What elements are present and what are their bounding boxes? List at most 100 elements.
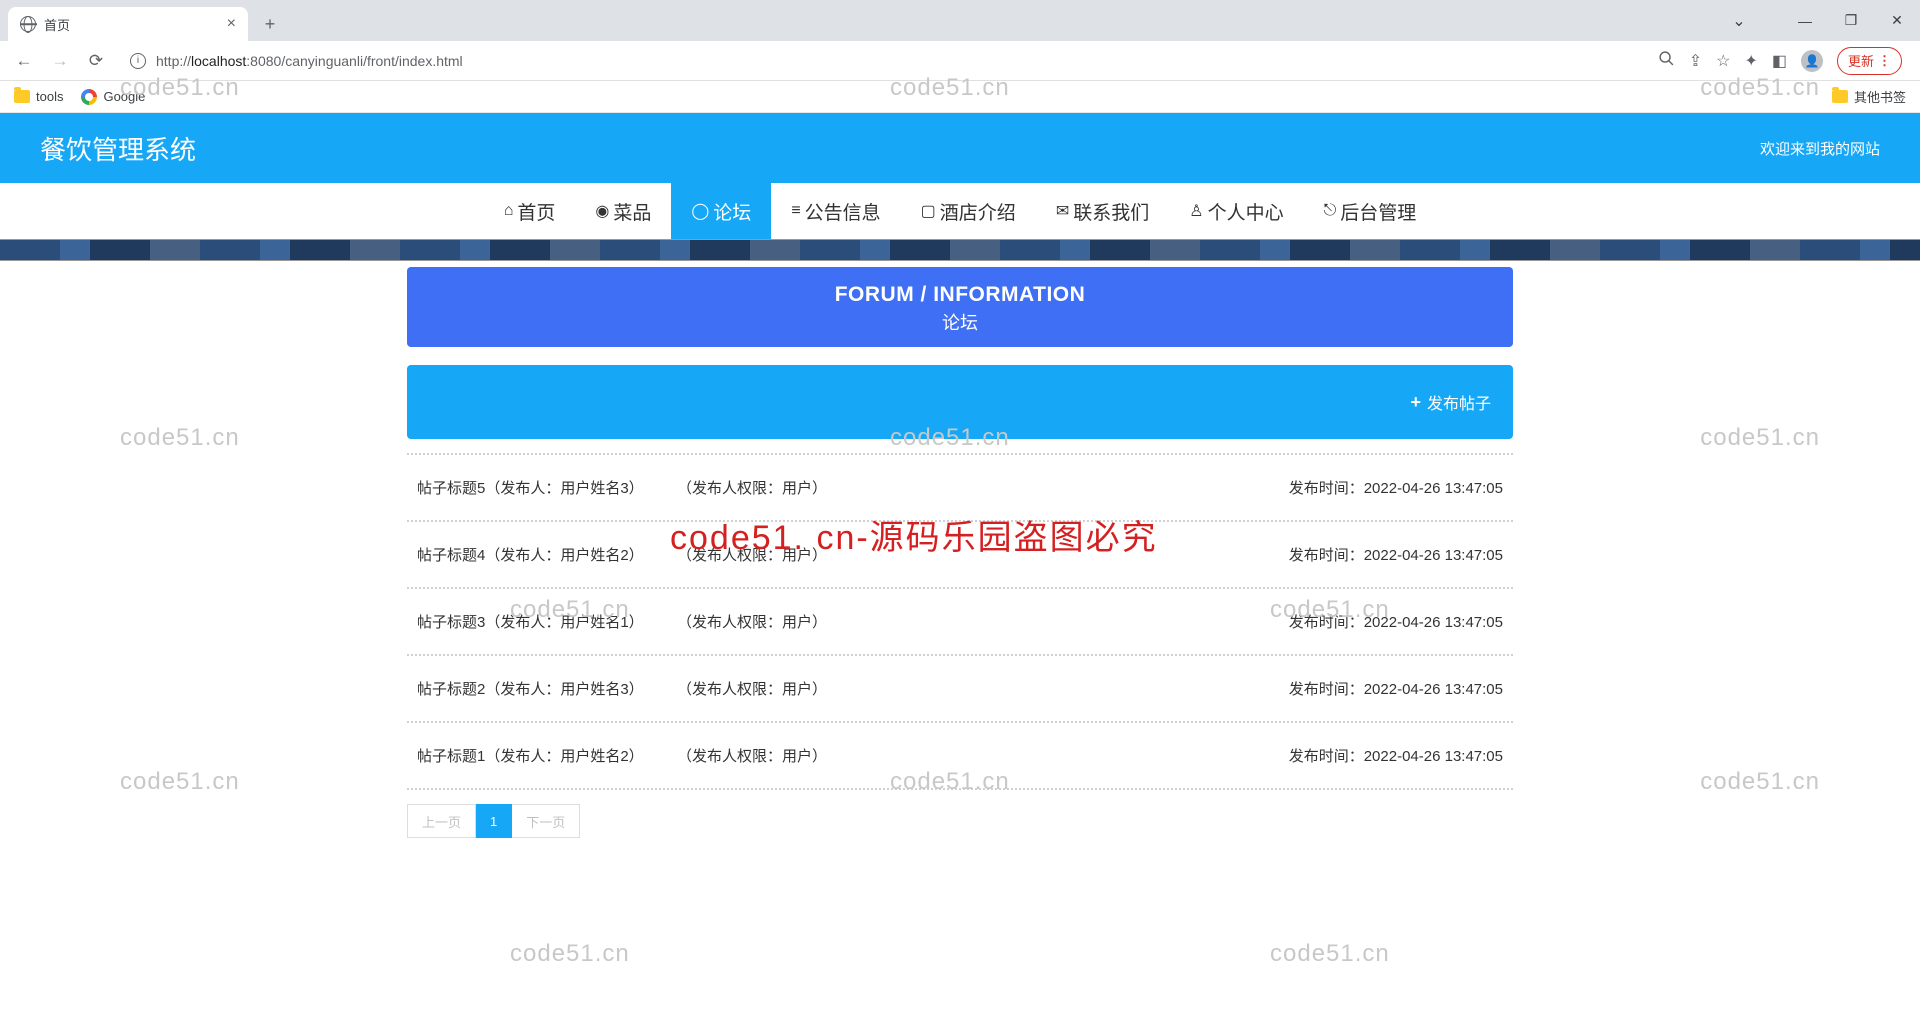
browser-tab[interactable]: 首页 × — [8, 7, 248, 41]
nav-item-菜品[interactable]: ◉菜品 — [575, 183, 671, 239]
nav-label: 首页 — [517, 198, 555, 225]
post-row[interactable]: 帖子标题5（发布人：用户姓名3）（发布人权限：用户） 发布时间：2022-04-2… — [407, 453, 1513, 520]
content: FORUM / INFORMATION 论坛 + 发布帖子 帖子标题5（发布人：… — [407, 261, 1513, 838]
watermark: code51.cn — [1270, 940, 1390, 968]
tab-dropdown-icon[interactable]: ⌄ — [1716, 5, 1762, 37]
watermark: code51.cn — [120, 424, 240, 452]
minimize-button[interactable]: — — [1782, 5, 1828, 37]
watermark: code51.cn — [510, 940, 630, 968]
nav-icon: ◯ — [691, 201, 709, 221]
post-row[interactable]: 帖子标题4（发布人：用户姓名2）（发布人权限：用户） 发布时间：2022-04-2… — [407, 520, 1513, 587]
post-permission: （发布人权限：用户） — [677, 745, 877, 766]
nav-label: 联系我们 — [1073, 198, 1149, 225]
nav-label: 个人中心 — [1208, 198, 1284, 225]
prev-page-button[interactable]: 上一页 — [407, 804, 476, 838]
url-text: http://localhost:8080/canyinguanli/front… — [156, 53, 463, 69]
post-time: 发布时间：2022-04-26 13:47:05 — [1289, 745, 1503, 766]
toolbar-right: ⇪ ☆ ✦ ◧ 👤 更新⋮ — [1650, 47, 1910, 75]
post-row[interactable]: 帖子标题1（发布人：用户姓名2）（发布人权限：用户） 发布时间：2022-04-2… — [407, 721, 1513, 790]
nav-icon: ✉ — [1056, 201, 1069, 221]
close-window-button[interactable]: ✕ — [1874, 5, 1920, 37]
nav-item-个人中心[interactable]: ♙个人中心 — [1169, 183, 1303, 239]
post-title: 帖子标题4（发布人：用户姓名2） — [417, 544, 677, 565]
page-1-button[interactable]: 1 — [476, 804, 512, 838]
extensions-icon[interactable]: ✦ — [1744, 51, 1757, 71]
plus-icon: + — [1410, 392, 1421, 413]
site-title: 餐饮管理系统 — [40, 130, 196, 167]
post-time: 发布时间：2022-04-26 13:47:05 — [1289, 678, 1503, 699]
nav-item-论坛[interactable]: ◯论坛 — [671, 183, 771, 239]
nav-label: 菜品 — [613, 198, 651, 225]
post-permission: （发布人权限：用户） — [677, 611, 877, 632]
bookmark-google[interactable]: Google — [81, 89, 145, 105]
back-button[interactable]: ← — [10, 47, 38, 75]
nav-item-酒店介绍[interactable]: ▢酒店介绍 — [901, 183, 1036, 239]
watermark: code51.cn — [1700, 768, 1820, 796]
next-page-button[interactable]: 下一页 — [512, 804, 580, 838]
post-row[interactable]: 帖子标题2（发布人：用户姓名3）（发布人权限：用户） 发布时间：2022-04-2… — [407, 654, 1513, 721]
address-bar: ← → ⟳ i http://localhost:8080/canyinguan… — [0, 41, 1920, 81]
post-time: 发布时间：2022-04-26 13:47:05 — [1289, 477, 1503, 498]
close-tab-icon[interactable]: × — [227, 15, 236, 33]
site-info-icon[interactable]: i — [130, 53, 146, 69]
forward-button[interactable]: → — [46, 47, 74, 75]
nav-item-公告信息[interactable]: ≡公告信息 — [771, 183, 900, 239]
bookmark-bar: tools Google 其他书签 — [0, 81, 1920, 113]
post-time: 发布时间：2022-04-26 13:47:05 — [1289, 544, 1503, 565]
bookmark-star-icon[interactable]: ☆ — [1716, 51, 1730, 71]
forum-header: FORUM / INFORMATION 论坛 — [407, 267, 1513, 347]
bookmark-other[interactable]: 其他书签 — [1832, 87, 1906, 106]
watermark: code51.cn — [1700, 424, 1820, 452]
folder-icon — [1832, 90, 1848, 103]
nav-label: 酒店介绍 — [940, 198, 1016, 225]
sidepanel-icon[interactable]: ◧ — [1772, 51, 1787, 71]
post-row[interactable]: 帖子标题3（发布人：用户姓名1）（发布人权限：用户） 发布时间：2022-04-2… — [407, 587, 1513, 654]
site-nav: ⌂首页◉菜品◯论坛≡公告信息▢酒店介绍✉联系我们♙个人中心⎋后台管理 — [0, 183, 1920, 239]
profile-avatar[interactable]: 👤 — [1801, 50, 1823, 72]
post-time: 发布时间：2022-04-26 13:47:05 — [1289, 611, 1503, 632]
window-controls: ⌄ — ❐ ✕ — [1716, 0, 1920, 41]
banner-image — [0, 239, 1920, 261]
nav-item-后台管理[interactable]: ⎋后台管理 — [1304, 183, 1437, 239]
post-permission: （发布人权限：用户） — [677, 544, 877, 565]
nav-icon: ▢ — [921, 201, 936, 221]
share-icon[interactable]: ⇪ — [1689, 51, 1702, 71]
post-title: 帖子标题1（发布人：用户姓名2） — [417, 745, 677, 766]
update-button[interactable]: 更新⋮ — [1837, 47, 1902, 75]
action-bar: + 发布帖子 — [407, 365, 1513, 439]
forum-header-en: FORUM / INFORMATION — [407, 283, 1513, 307]
publish-post-button[interactable]: + 发布帖子 — [1410, 390, 1491, 414]
url-input[interactable]: i http://localhost:8080/canyinguanli/fro… — [118, 46, 1642, 76]
nav-item-联系我们[interactable]: ✉联系我们 — [1036, 183, 1169, 239]
nav-icon: ♙ — [1189, 201, 1203, 221]
nav-label: 论坛 — [713, 198, 751, 225]
globe-icon — [20, 16, 36, 32]
post-title: 帖子标题3（发布人：用户姓名1） — [417, 611, 677, 632]
maximize-button[interactable]: ❐ — [1828, 5, 1874, 37]
tab-title: 首页 — [44, 15, 70, 34]
nav-label: 公告信息 — [805, 198, 881, 225]
zoom-icon[interactable] — [1658, 50, 1675, 72]
post-permission: （发布人权限：用户） — [677, 678, 877, 699]
reload-button[interactable]: ⟳ — [82, 47, 110, 75]
nav-icon: ⎋ — [1324, 202, 1337, 220]
post-title: 帖子标题2（发布人：用户姓名3） — [417, 678, 677, 699]
folder-icon — [14, 90, 30, 103]
tab-strip: 首页 × + ⌄ — ❐ ✕ — [0, 0, 1920, 41]
nav-icon: ◉ — [595, 201, 609, 221]
forum-header-zh: 论坛 — [407, 309, 1513, 335]
post-list: 帖子标题5（发布人：用户姓名3）（发布人权限：用户）发布时间：2022-04-2… — [407, 453, 1513, 790]
nav-item-首页[interactable]: ⌂首页 — [484, 183, 576, 239]
pagination: 上一页 1 下一页 — [407, 804, 1513, 838]
nav-icon: ⌂ — [504, 202, 514, 220]
nav-label: 后台管理 — [1340, 198, 1416, 225]
post-title: 帖子标题5（发布人：用户姓名3） — [417, 477, 677, 498]
bookmark-tools[interactable]: tools — [14, 89, 63, 104]
new-tab-button[interactable]: + — [256, 10, 284, 38]
google-icon — [81, 89, 97, 105]
browser-chrome: 首页 × + ⌄ — ❐ ✕ ← → ⟳ i http://localhost:… — [0, 0, 1920, 113]
welcome-text: 欢迎来到我的网站 — [1760, 138, 1880, 159]
site-header: 餐饮管理系统 欢迎来到我的网站 — [0, 113, 1920, 183]
watermark: code51.cn — [120, 768, 240, 796]
post-permission: （发布人权限：用户） — [677, 477, 877, 498]
